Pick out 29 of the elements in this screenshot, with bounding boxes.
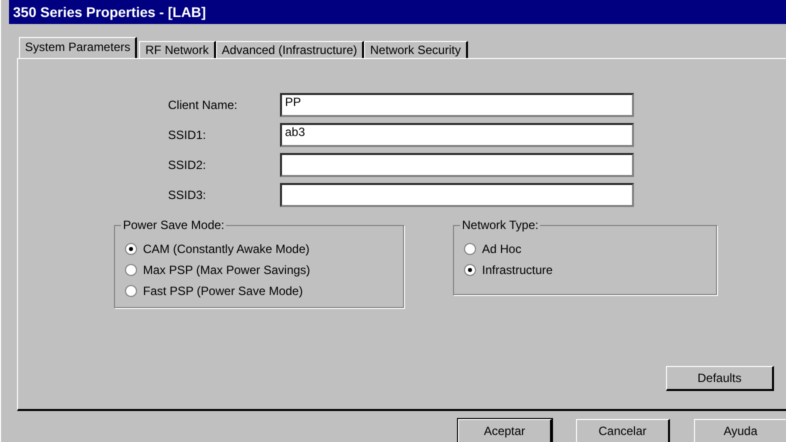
field-label: SSID2: [168,158,208,172]
radio-label[interactable]: CAM (Constantly Awake Mode) [143,242,310,256]
radio-button[interactable] [464,264,476,276]
field-label: SSID1: [168,128,208,142]
tab[interactable]: Advanced (Infrastructure) [216,41,364,58]
window-title: 350 Series Properties - [LAB] [13,4,206,20]
group-title: Network Type: [460,218,540,232]
dialog-button[interactable]: Aceptar [458,419,552,442]
input-field[interactable] [280,152,634,176]
defaults-button[interactable]: Defaults [666,366,774,391]
radio-label[interactable]: Ad Hoc [482,242,522,256]
field-label: Client Name: [168,98,238,112]
tab[interactable]: RF Network [139,41,216,58]
radio-button[interactable] [125,264,137,276]
radio-label[interactable]: Fast PSP (Power Save Mode) [143,284,303,298]
input-field[interactable] [280,182,634,206]
input-field[interactable]: ab3 [280,122,634,146]
dialog-button[interactable]: Ayuda [694,419,786,442]
group-title: Power Save Mode: [121,218,226,232]
radio-button[interactable] [125,284,137,296]
input-field[interactable]: PP [280,92,634,116]
dialog-button[interactable]: Cancelar [576,419,670,442]
tab[interactable]: System Parameters [19,37,138,58]
tab[interactable]: Network Security [364,41,468,58]
field-label: SSID3: [168,188,208,202]
radio-button[interactable] [125,242,137,254]
radio-button[interactable] [464,242,476,254]
radio-label[interactable]: Max PSP (Max Power Savings) [143,262,310,276]
radio-label[interactable]: Infrastructure [482,262,553,276]
